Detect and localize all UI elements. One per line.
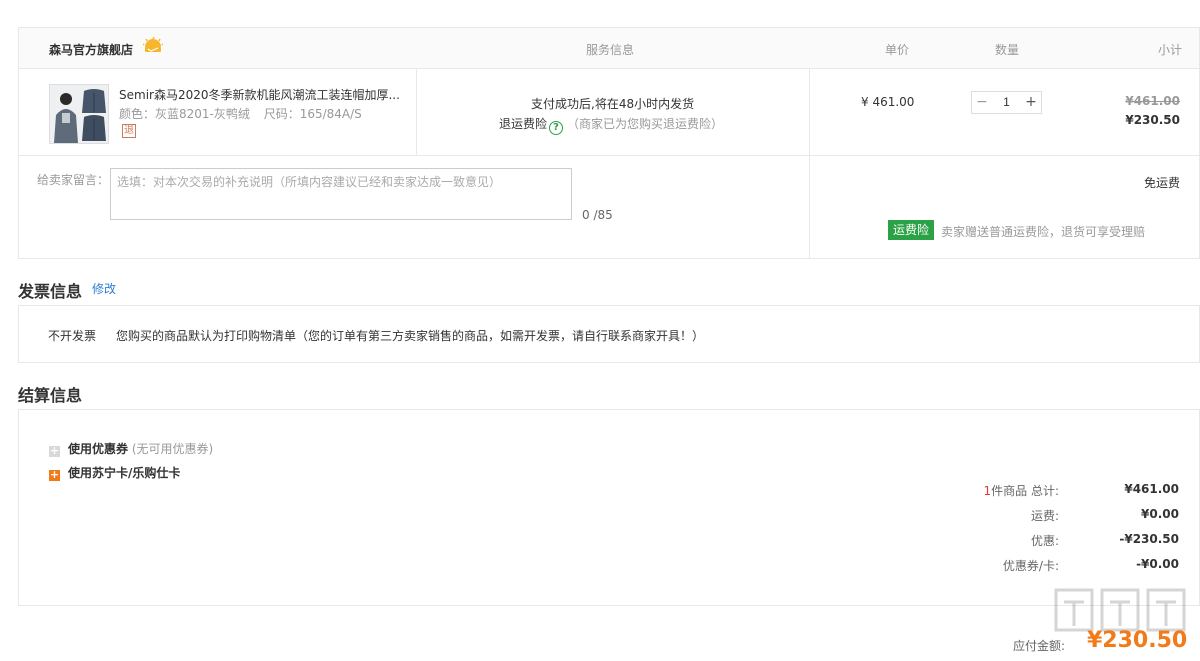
settlement-panel: + 使用优惠券 (无可用优惠券) + 使用苏宁卡/乐购仕卡 1件商品 总计: ¥46… [18, 409, 1200, 606]
return-insurance-note: （商家已为您购买退运费险） [567, 117, 724, 131]
return-insurance: 退运费险? （商家已为您购买退运费险） [499, 115, 723, 135]
summary-total-label: 件商品 总计: [991, 484, 1059, 498]
order-header: 森马官方旗舰店 服务信息 单价 数量 小计 [19, 28, 1199, 69]
shipping-insurance-badge: 运费险 [888, 220, 935, 240]
quantity-stepper: − + [971, 91, 1042, 114]
quantity-minus-button[interactable]: − [972, 92, 992, 113]
invoice-description: 您购买的商品默认为打印购物清单（您的订单有第三方卖家销售的商品，如需开发票，请自… [116, 329, 705, 343]
shipping-note: 支付成功后,将在48小时内发货 [531, 97, 695, 111]
item-count: 1 [983, 484, 992, 498]
summary-discount-value: -¥230.50 [1119, 532, 1179, 546]
product-title[interactable]: Semir森马2020冬季新款机能风潮流工装连帽加厚... [119, 86, 404, 103]
summary-total-row: 1件商品 总计: ¥461.00 [969, 482, 1180, 500]
divider [416, 69, 417, 155]
header-service: 服务信息 [586, 43, 635, 57]
card-option[interactable]: + 使用苏宁卡/乐购仕卡 [49, 464, 180, 481]
product-image [50, 85, 108, 143]
quantity-input[interactable] [992, 92, 1021, 113]
shop-name[interactable]: 森马官方旗舰店 [49, 41, 133, 58]
coupon-option[interactable]: + 使用优惠券 (无可用优惠券) [49, 440, 213, 457]
shipping-fee: 免运费 [1143, 176, 1180, 190]
unit-price: ¥ 461.00 [861, 95, 915, 109]
summary-shipping-label: 运费: [1030, 509, 1059, 523]
settlement-section-title: 结算信息 [18, 386, 83, 405]
message-char-count: 0 /85 [582, 208, 613, 222]
summary-discount-label: 优惠: [1030, 534, 1059, 548]
subtotal-final: ¥230.50 [1125, 113, 1180, 127]
summary-shipping-value: ¥0.00 [1141, 507, 1179, 521]
return-insurance-label: 退运费险 [499, 117, 548, 131]
coupon-option-label: 使用优惠券 [68, 442, 129, 456]
product-thumbnail[interactable] [49, 84, 109, 144]
divider [19, 155, 1200, 156]
help-icon[interactable]: ? [549, 121, 564, 135]
coupon-option-note: (无可用优惠券) [131, 442, 214, 456]
invoice-panel: 不开发票 您购买的商品默认为打印购物清单（您的订单有第三方卖家销售的商品，如需开… [18, 305, 1200, 363]
shop-badge-icon [143, 37, 163, 52]
subtotal-original: ¥461.00 [1125, 94, 1180, 108]
header-quantity: 数量 [995, 43, 1020, 57]
seller-message-input[interactable] [110, 168, 572, 220]
invoice-section-title: 发票信息 [18, 282, 83, 301]
summary-shipping-row: 运费: ¥0.00 [969, 507, 1179, 525]
summary-coupon-row: 优惠券/卡: -¥0.00 [969, 557, 1179, 575]
divider [809, 69, 810, 259]
summary-coupon-value: -¥0.00 [1136, 557, 1179, 571]
message-label: 给卖家留言： [37, 173, 110, 187]
product-attributes: 颜色：灰蓝8201-灰鸭绒 尺码：165/84A/S [119, 105, 372, 122]
summary-total-value: ¥461.00 [1124, 482, 1179, 496]
payable-amount: ¥230.50 [1087, 628, 1188, 653]
card-option-label: 使用苏宁卡/乐购仕卡 [68, 466, 181, 480]
expand-plus-icon: + [49, 468, 60, 481]
product-color: 颜色：灰蓝8201-灰鸭绒 [119, 107, 250, 121]
invoice-edit-link[interactable]: 修改 [92, 280, 116, 297]
payable-label: 应付金额: [1013, 639, 1066, 653]
summary-discount-row: 优惠: -¥230.50 [969, 532, 1179, 550]
header-subtotal: 小计 [1158, 43, 1183, 57]
summary-coupon-label: 优惠券/卡: [1002, 559, 1059, 573]
invoice-type: 不开发票 [48, 329, 97, 343]
quantity-plus-button[interactable]: + [1021, 92, 1041, 113]
expand-plus-icon: + [49, 444, 60, 457]
shipping-insurance-note: 卖家赠送普通运费险，退货可享受理赔 [941, 225, 1146, 239]
header-price: 单价 [885, 43, 910, 57]
product-size: 尺码：165/84A/S [263, 107, 362, 121]
return-badge: 退 [122, 124, 136, 138]
order-panel: 森马官方旗舰店 服务信息 单价 数量 小计 Semir森马2020冬季新款机能风… [18, 27, 1200, 259]
